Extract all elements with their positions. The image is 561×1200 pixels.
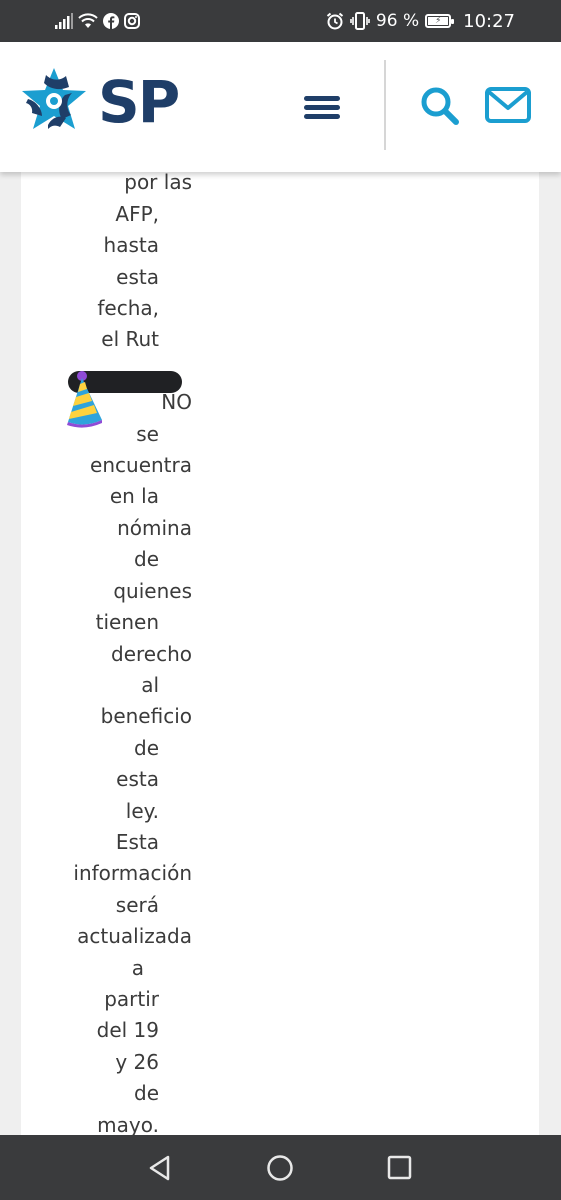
text-line: al [141, 672, 159, 697]
text-line: de [134, 547, 159, 572]
text-line: partir [104, 986, 159, 1011]
home-circle-icon[interactable] [266, 1154, 294, 1182]
star-logo-icon: SP [22, 68, 181, 136]
wifi-icon [78, 13, 98, 28]
header-divider [384, 60, 386, 150]
text-line: esta [116, 767, 159, 792]
text-line: el Rut [101, 327, 159, 352]
hamburger-menu-icon[interactable] [298, 92, 346, 124]
text-line: mayo. [97, 1112, 159, 1135]
content-card: por las AFP, hasta esta fecha, el Rut NO… [21, 172, 539, 1135]
text-line: fecha, [97, 296, 159, 321]
text-line: beneficio [100, 704, 192, 729]
text-line: quienes [113, 578, 192, 603]
text-line: por las [124, 172, 192, 195]
instagram-icon [124, 13, 140, 29]
facebook-icon [103, 13, 119, 29]
site-header: SP [0, 42, 561, 172]
sp-logo[interactable]: SP [20, 65, 188, 136]
text-line: esta [116, 264, 159, 289]
clock-time: 10:27 [463, 10, 515, 32]
battery-icon: ⚡ [425, 14, 455, 28]
text-line: de [134, 1081, 159, 1106]
back-triangle-icon[interactable] [146, 1154, 174, 1182]
text-line: ley. [125, 798, 159, 823]
text-line: y 26 [115, 1049, 159, 1074]
text-line: derecho [111, 641, 192, 666]
battery-percent: 96 % [375, 11, 420, 31]
search-icon[interactable] [418, 84, 462, 128]
recent-apps-square-icon[interactable] [387, 1155, 412, 1180]
vibrate-icon [350, 12, 370, 30]
status-bar: 96 % ⚡ 10:27 [0, 0, 561, 42]
alarm-icon [326, 12, 344, 30]
party-hat-icon [67, 371, 102, 428]
text-line: Esta [115, 829, 159, 854]
text-line: de [134, 735, 159, 760]
text-line: actualizada [77, 924, 192, 949]
status-left-icons [55, 10, 140, 32]
text-line: encuentra [90, 453, 192, 478]
text-line: hasta [103, 233, 159, 258]
text-line: información [73, 861, 192, 886]
mail-icon[interactable] [484, 86, 532, 126]
logo-text: SP [98, 68, 179, 135]
signal-icon [55, 13, 73, 29]
article-text: por las AFP, hasta esta fecha, el Rut NO… [68, 172, 192, 1135]
text-line: nómina [117, 515, 192, 540]
text-line: será [115, 892, 159, 917]
text-line: tienen [95, 610, 159, 635]
text-line: en la [109, 484, 159, 509]
text-line: del 19 [96, 1018, 159, 1043]
text-line: AFP, [115, 201, 159, 226]
status-right-icons: 96 % ⚡ 10:27 [326, 10, 515, 32]
text-line: a [131, 955, 144, 980]
android-nav-bar [0, 1135, 561, 1200]
